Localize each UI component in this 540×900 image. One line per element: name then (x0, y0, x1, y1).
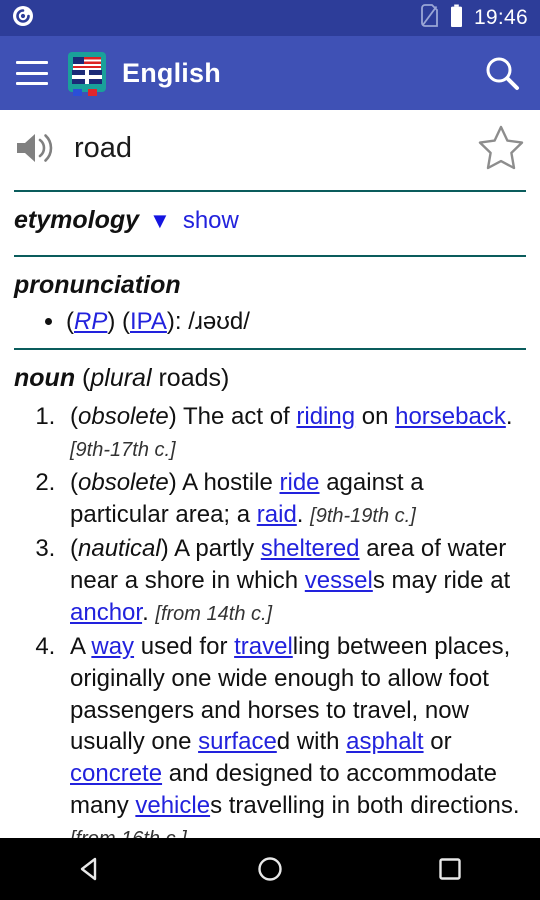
definition-item-2: (obsolete) A hostile ride against a part… (62, 467, 526, 531)
bookmark-blue (73, 89, 82, 96)
app-root: 19:46 English road etymology ▼ show pron… (0, 0, 540, 900)
gloss-open: ( (70, 469, 78, 497)
rp-link[interactable]: RP (74, 308, 107, 335)
gloss-close: ) (168, 469, 183, 497)
definition-text: A partly (174, 535, 261, 563)
gloss-open: ( (70, 535, 78, 563)
ipa-link[interactable]: IPA (130, 308, 167, 335)
definition-item-3: (nautical) A partly sheltered area of wa… (62, 533, 526, 629)
gloss-open: ( (70, 403, 78, 431)
speaker-icon[interactable] (14, 130, 60, 166)
inflection-open: ( (75, 364, 91, 393)
dictionary-book-icon[interactable] (66, 50, 108, 96)
status-bar-clock: 19:46 (473, 6, 528, 29)
inflection-label: plural (90, 364, 152, 393)
definition-item-4: A way used for travelling between places… (62, 631, 526, 854)
app-notification-icon (12, 5, 34, 32)
definition-link[interactable]: travel (234, 633, 293, 660)
definition-link[interactable]: way (91, 633, 134, 660)
system-navigation-bar (0, 838, 540, 900)
definition-citation: [9th-17th c.] (70, 439, 176, 462)
us-flag-icon (73, 57, 101, 70)
definition-link[interactable]: sheltered (261, 535, 360, 562)
definition-text: on (355, 403, 396, 431)
definition-text: s may ride at (372, 566, 511, 594)
paren-mid: ) ( (107, 308, 130, 335)
gloss-close: ) (160, 535, 175, 563)
bookmark-red (88, 89, 97, 96)
app-bar: English (0, 36, 540, 110)
back-triangle-icon[interactable] (60, 838, 120, 900)
definition-gloss: obsolete (78, 469, 169, 497)
definition-item-1: (obsolete) The act of riding on horsebac… (62, 401, 526, 465)
status-bar-left (12, 5, 34, 32)
definition-text: or (423, 728, 452, 756)
definition-link[interactable]: anchor (70, 599, 142, 626)
definition-citation: [9th-19th c.] (310, 505, 416, 528)
definition-text: . (505, 403, 513, 431)
star-outline-icon[interactable] (476, 123, 526, 173)
definition-link[interactable]: raid (257, 501, 297, 528)
hamburger-bar (16, 61, 48, 64)
headword-row: road (14, 110, 526, 182)
inflection-close: ) (221, 364, 230, 393)
definition-citation: [from 14th c.] (155, 602, 273, 625)
pronunciation-heading: pronunciation (14, 271, 181, 299)
definition-text: s travelling in both directions. (210, 792, 520, 820)
list-item: (RP) (IPA): /ɹəʊd/ (66, 306, 526, 338)
pronunciation-section-header: pronunciation (14, 257, 526, 306)
search-icon[interactable] (480, 51, 524, 95)
gloss-close: ) (168, 403, 183, 431)
status-bar-right: 19:46 (420, 3, 528, 33)
definition-link[interactable]: vehicle (135, 792, 210, 819)
etymology-show-link[interactable]: show (183, 207, 239, 235)
definition-text: used for (134, 632, 235, 660)
definition-link[interactable]: horseback (395, 403, 506, 430)
definition-list: (obsolete) The act of riding on horsebac… (14, 401, 526, 900)
uk-flag-icon (72, 70, 102, 84)
hamburger-bar (16, 71, 48, 75)
home-circle-icon[interactable] (240, 838, 300, 900)
chevron-down-icon[interactable]: ▼ (149, 209, 171, 232)
definition-link[interactable]: riding (296, 403, 355, 430)
etymology-section-header: etymology ▼ show (14, 192, 526, 247)
definition-link[interactable]: concrete (70, 760, 162, 787)
inflection-value: roads (151, 364, 222, 393)
definition-text: A hostile (182, 469, 280, 497)
definition-text: d with (276, 728, 347, 756)
etymology-heading: etymology (14, 206, 140, 234)
battery-icon (450, 4, 463, 33)
definition-link[interactable]: surface (198, 728, 277, 755)
definition-link[interactable]: asphalt (346, 728, 423, 755)
definition-text: The act of (182, 403, 297, 431)
hamburger-menu-icon[interactable] (16, 61, 48, 85)
headword: road (74, 131, 133, 164)
paren-open: ( (66, 308, 74, 335)
definition-text: A (70, 632, 92, 660)
status-bar: 19:46 (0, 0, 540, 36)
pronunciation-list: (RP) (IPA): /ɹəʊd/ (14, 306, 526, 338)
recents-square-icon[interactable] (420, 838, 480, 900)
definition-gloss: nautical (78, 535, 161, 563)
definition-text: . (142, 598, 156, 626)
no-sim-icon (420, 3, 439, 33)
app-bar-title: English (122, 57, 221, 88)
paren-close: ): (166, 308, 189, 335)
part-of-speech: noun (14, 364, 76, 393)
definition-link[interactable]: ride (280, 469, 320, 496)
definition-link[interactable]: vessel (305, 567, 373, 594)
ipa-transcription: /ɹəʊd/ (188, 308, 250, 335)
entry-content[interactable]: road etymology ▼ show pronunciation (RP)… (0, 110, 540, 900)
part-of-speech-line: noun (plural roads) (14, 350, 526, 401)
definition-gloss: obsolete (78, 403, 169, 431)
hamburger-bar (16, 82, 48, 85)
definition-text: . (296, 501, 311, 529)
